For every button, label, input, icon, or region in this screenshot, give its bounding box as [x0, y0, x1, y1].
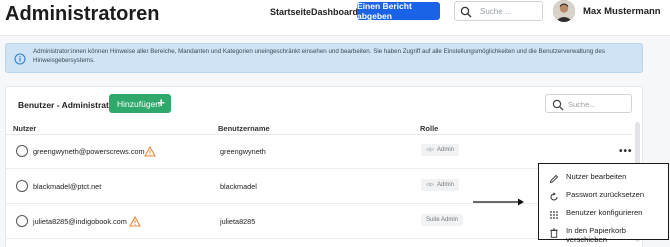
panel-search-input[interactable]: Suche...	[545, 94, 632, 113]
column-header-rolle[interactable]: Rolle	[420, 124, 438, 133]
trash-icon	[549, 225, 559, 243]
user-icon	[16, 215, 28, 227]
menu-item-label: Nutzer bearbeiten	[566, 172, 627, 181]
header-search-placeholder: Suche ...	[480, 7, 512, 16]
add-user-label: Hinzufügen	[117, 98, 161, 109]
eye-icon	[425, 147, 435, 154]
menu-item-label: Passwort zurücksetzen	[566, 190, 645, 199]
submit-report-button[interactable]: Einen Bericht abgeben	[357, 1, 440, 21]
avatar[interactable]	[553, 0, 575, 22]
page-title: Administratoren	[5, 3, 160, 25]
nav-startseite[interactable]: Startseite	[270, 7, 311, 17]
row-actions-menu-icon[interactable]: •••	[619, 146, 633, 157]
menu-item-reset-password[interactable]: Passwort zurücksetzen	[539, 186, 667, 202]
info-banner: Administrator:innen können Hinweise alle…	[5, 43, 643, 73]
user-email: blackmadel@ptct.net	[33, 182, 102, 191]
menu-item-label: Benutzer konfigurieren	[566, 208, 643, 217]
panel-search-placeholder: Suche...	[568, 100, 596, 109]
user-icon	[16, 145, 28, 157]
username: blackmadel	[220, 182, 257, 191]
column-header-nutzer[interactable]: Nutzer	[13, 124, 36, 133]
username: julieta8285	[220, 217, 256, 226]
top-bar: Administratoren Startseite Dashboard Ein…	[0, 0, 670, 36]
user-icon	[16, 180, 28, 192]
role-badge: Suite Admin	[421, 214, 464, 226]
username: greengwyneth	[220, 147, 266, 156]
role-label: Admin	[437, 147, 455, 153]
user-email: greengwyneth@powerscrews.com	[33, 147, 145, 156]
column-header-benutzername[interactable]: Benutzername	[218, 124, 270, 133]
header-search-input[interactable]: Suche ...	[454, 1, 543, 21]
nav-dashboard[interactable]: Dashboard	[311, 7, 358, 17]
warning-icon	[144, 144, 156, 162]
user-name[interactable]: Max Mustermann	[583, 6, 661, 17]
info-text: Administrator:innen können Hinweise alle…	[33, 48, 605, 64]
arrow-right-icon	[473, 198, 524, 206]
role-label: Admin	[437, 182, 455, 188]
menu-item-configure-user[interactable]: Benutzer konfigurieren	[539, 204, 667, 220]
user-email: julieta8285@indigobook.com	[33, 217, 127, 226]
search-icon	[460, 5, 472, 23]
menu-item-edit-user[interactable]: Nutzer bearbeiten	[539, 168, 667, 184]
info-icon	[14, 52, 26, 70]
plus-icon: +	[157, 95, 165, 110]
warning-icon	[129, 214, 141, 232]
add-user-button[interactable]: Hinzufügen +	[109, 94, 171, 113]
menu-item-label: In den Papierkorb verschieben	[566, 226, 626, 244]
menu-item-move-to-trash[interactable]: In den Papierkorb verschieben	[539, 222, 667, 244]
role-badge: Admin	[421, 179, 460, 191]
role-label: Suite Admin	[426, 217, 459, 223]
search-icon	[552, 98, 564, 116]
row-context-menu: Nutzer bearbeiten Passwort zurücksetzen …	[538, 163, 669, 244]
eye-icon	[425, 182, 435, 189]
role-badge: Admin	[421, 144, 460, 156]
